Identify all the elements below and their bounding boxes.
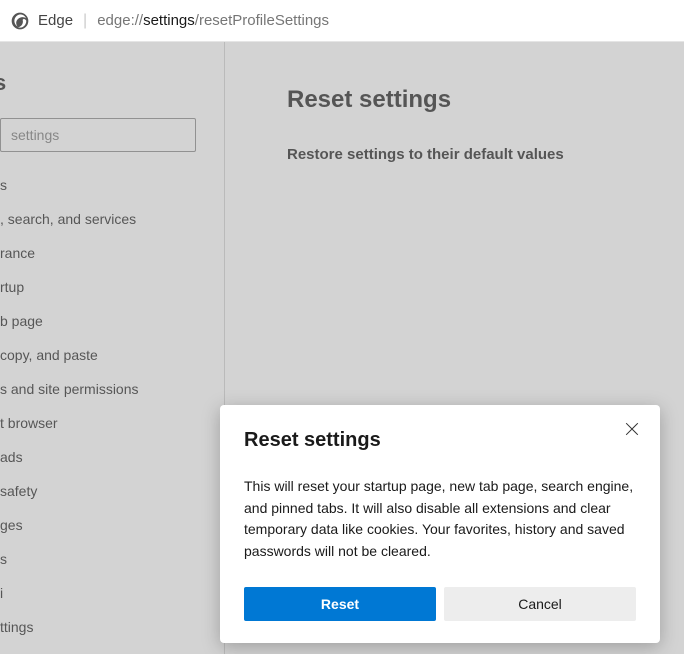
dialog-body: This will reset your startup page, new t…: [244, 476, 636, 563]
address-separator: |: [83, 12, 87, 30]
close-icon[interactable]: [622, 419, 646, 443]
url-prefix: edge://: [97, 12, 143, 29]
edge-logo-icon: [10, 11, 30, 31]
address-app-label: Edge: [38, 12, 73, 29]
cancel-button[interactable]: Cancel: [444, 587, 636, 621]
address-bar: Edge | edge://settings/resetProfileSetti…: [0, 0, 684, 42]
address-url[interactable]: edge://settings/resetProfileSettings: [97, 12, 329, 29]
reset-button[interactable]: Reset: [244, 587, 436, 621]
url-suffix: /resetProfileSettings: [195, 12, 329, 29]
reset-settings-dialog: Reset settings This will reset your star…: [220, 405, 660, 643]
dialog-title: Reset settings: [244, 429, 636, 452]
url-strong: settings: [143, 12, 195, 29]
dialog-actions: Reset Cancel: [244, 587, 636, 621]
